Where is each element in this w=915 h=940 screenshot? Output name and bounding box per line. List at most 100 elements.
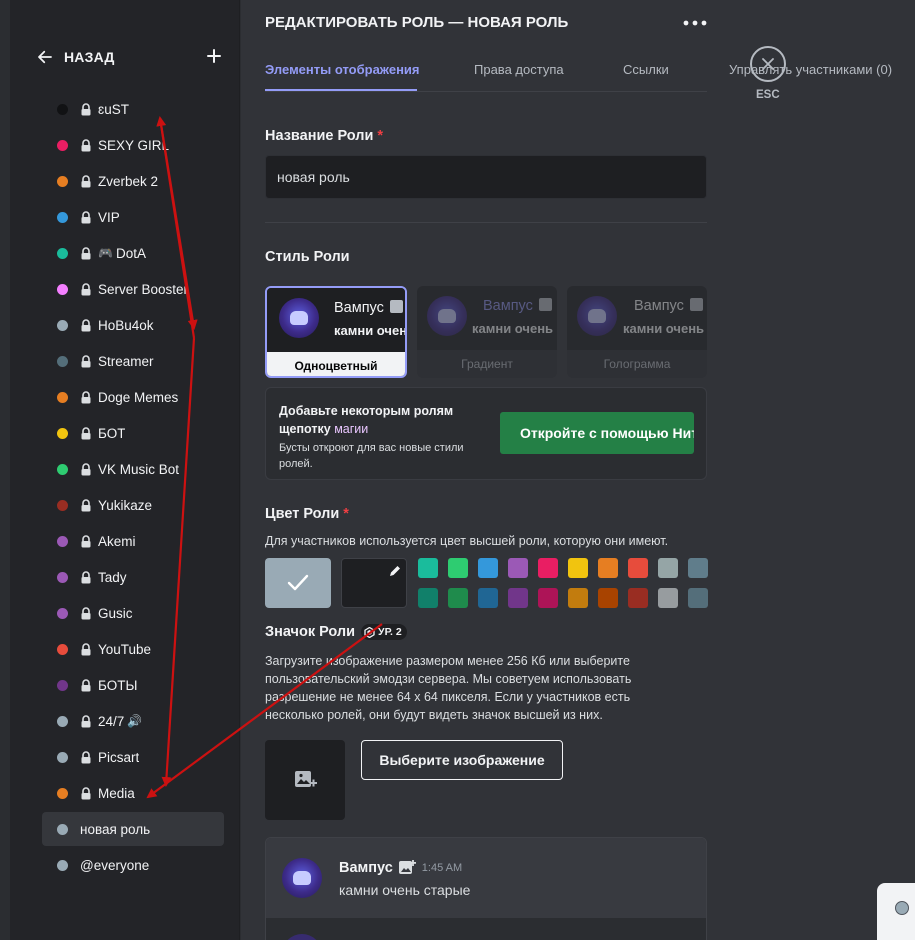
color-swatch[interactable] [658,558,678,578]
role-color-dot [57,643,68,655]
role-name: @everyone [80,857,150,873]
color-swatch[interactable] [688,558,708,578]
required-mark: * [377,128,384,144]
color-swatch[interactable] [418,558,438,578]
custom-color-picker[interactable] [341,558,407,608]
more-options-button[interactable] [683,12,709,32]
style-card-gradient[interactable]: Вампус камни очень Градиент [417,286,557,378]
tab-bar: Элементы отображения Права доступа Ссылк… [265,56,707,92]
role-color-dot [57,679,68,691]
ellipsis-icon [683,20,707,26]
add-role-button[interactable] [204,44,224,68]
role-item[interactable]: 24/7 🔊 [42,704,224,738]
boost-subtitle: Бусты откроют для вас новые стили ролей. [279,442,464,470]
role-name: Akemi [98,533,136,549]
style-card-holographic[interactable]: Вампус камни очень Голограмма [567,286,707,378]
avatar [427,296,467,336]
role-name-input[interactable] [265,155,707,199]
role-item[interactable]: новая роль [42,812,224,846]
role-item[interactable]: 🎮 DotA [42,236,224,270]
role-style-label: Стиль Роли [265,249,350,265]
role-item[interactable]: БОТ [42,416,224,450]
role-item[interactable]: SEXY GIRL [42,128,224,162]
role-color-dot [57,571,68,583]
role-item[interactable]: Media [42,776,224,810]
role-item[interactable]: Yukikaze [42,488,224,522]
role-name: Tady [98,569,127,585]
color-swatch[interactable] [418,588,438,608]
role-item[interactable]: YouTube [42,632,224,666]
role-list: ɛuST SEXY GIRL Zverbek 2 VIP 🎮 DotA Server Boo… [42,92,224,884]
avatar [282,934,322,940]
lock-icon [81,534,91,547]
role-item[interactable]: Streamer [42,344,224,378]
lock-icon [81,318,91,331]
role-color-dot [57,247,68,259]
color-swatch[interactable] [688,588,708,608]
tab-links[interactable]: Ссылки [623,62,669,77]
lock-icon [81,570,91,583]
color-swatch[interactable] [598,558,618,578]
role-name: YouTube [98,641,152,657]
preview-author-name: Вампус [339,860,393,876]
role-name: Media [98,785,135,801]
message-preview-dark: Вампус 1:45 AM камни очень старые [266,838,706,918]
avatar [279,298,319,338]
boost-title: Добавьте некоторым ролям щепотку магии [279,402,479,438]
role-item[interactable]: HoBu4ok [42,308,224,342]
role-item[interactable]: БОТЫ [42,668,224,702]
role-name: Server Booster [98,281,189,297]
role-item[interactable]: ɛuST [42,92,224,126]
style-card-solid[interactable]: Вампус камни очень Одноцветный [265,286,407,378]
role-item[interactable]: Server Booster [42,272,224,306]
role-name: новая роль [80,821,151,837]
color-swatch[interactable] [508,588,528,608]
color-swatch[interactable] [538,558,558,578]
color-swatch[interactable] [628,588,648,608]
role-item[interactable]: Akemi [42,524,224,558]
tab-manage-members[interactable]: Управлять участниками (0) [729,62,892,77]
role-item[interactable]: @everyone [42,848,224,882]
role-name: 24/7 [98,713,125,729]
role-item[interactable]: VIP [42,200,224,234]
role-item[interactable]: Tady [42,560,224,594]
role-color-dot [57,211,68,223]
color-swatch[interactable] [448,558,468,578]
color-swatch[interactable] [598,588,618,608]
preview-username: Вампус [483,298,552,314]
lock-icon [81,102,91,115]
color-swatch[interactable] [568,558,588,578]
corner-widget[interactable] [877,883,915,940]
tab-display[interactable]: Элементы отображения [265,62,420,77]
lock-icon [81,462,91,475]
preview-username-text: Вампус [334,300,384,316]
role-item[interactable]: VK Music Bot [42,452,224,486]
color-swatch[interactable] [448,588,468,608]
tab-permissions[interactable]: Права доступа [474,62,564,77]
lock-icon [81,246,91,259]
color-swatch[interactable] [478,558,498,578]
preview-message: камни очень [623,321,705,336]
role-color-dot [57,823,68,835]
color-swatch[interactable] [478,588,498,608]
choose-image-button[interactable]: Выберите изображение [361,740,563,780]
lock-icon [81,498,91,511]
color-swatch[interactable] [508,558,528,578]
back-button[interactable]: НАЗАД [36,44,222,70]
default-color-swatch[interactable] [265,558,331,608]
color-swatch[interactable] [538,588,558,608]
color-swatch[interactable] [658,588,678,608]
role-item[interactable]: Zverbek 2 [42,164,224,198]
role-item[interactable]: Doge Memes [42,380,224,414]
role-item[interactable]: Picsart [42,740,224,774]
unlock-with-nitro-button[interactable]: Откройте с помощью Нитро [500,412,694,454]
preview-username: Вампус [334,300,403,316]
role-item[interactable]: Gusic [42,596,224,630]
role-color-dot [57,175,68,187]
color-swatch[interactable] [628,558,648,578]
arrow-left-icon [38,50,52,64]
role-name: БОТЫ [98,677,138,693]
gamepad-icon: 🎮 [98,246,113,260]
role-icon-upload[interactable] [265,740,345,820]
color-swatch[interactable] [568,588,588,608]
